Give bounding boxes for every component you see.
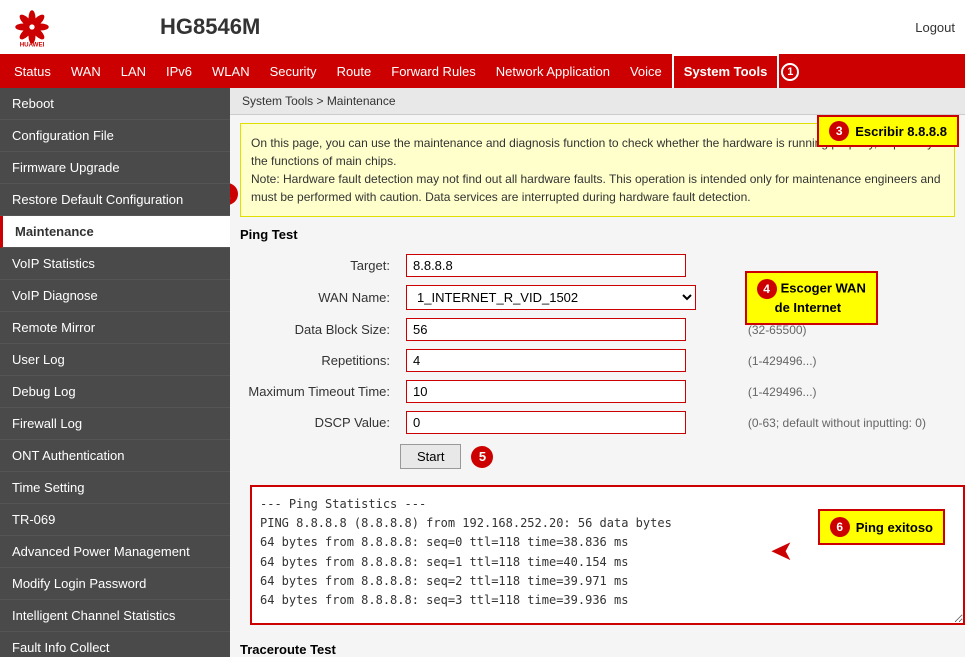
logout-button[interactable]: Logout [915, 20, 955, 35]
ping-test-title: Ping Test [240, 223, 955, 242]
circle-5: 5 [471, 446, 493, 468]
sidebar: Reboot Configuration File Firmware Upgra… [0, 88, 230, 657]
sidebar-item-voip-statistics[interactable]: VoIP Statistics [0, 248, 230, 280]
sidebar-item-advanced-power[interactable]: Advanced Power Management [0, 536, 230, 568]
sidebar-item-configuration-file[interactable]: Configuration File [0, 120, 230, 152]
callout-4: 4Escoger WAN de Internet [745, 271, 878, 325]
ping-test-section: Ping Test Target: WAN Name: 1_INTERNET_R… [240, 223, 955, 469]
nav-lan[interactable]: LAN [111, 56, 156, 88]
field-timeout: Maximum Timeout Time: (1-429496...) [240, 376, 955, 407]
huawei-logo-icon: HUAWEI [10, 5, 54, 49]
nav-wlan[interactable]: WLAN [202, 56, 260, 88]
arrow-6-icon: ➤ [770, 534, 793, 567]
hint-timeout: (1-429496...) [748, 385, 817, 399]
start-row: Start 5 [400, 444, 955, 469]
callout-6-text: Ping exitoso [856, 520, 933, 535]
field-wan-name: WAN Name: 1_INTERNET_R_VID_1502 4Escoger… [240, 281, 955, 314]
sidebar-item-voip-diagnose[interactable]: VoIP Diagnose [0, 280, 230, 312]
sidebar-item-firmware-upgrade[interactable]: Firmware Upgrade [0, 152, 230, 184]
sidebar-item-tr069[interactable]: TR-069 [0, 504, 230, 536]
hint-repetitions: (1-429496...) [748, 354, 817, 368]
nav-system-tools[interactable]: System Tools [672, 54, 780, 90]
navbar: Status WAN LAN IPv6 WLAN Security Route … [0, 56, 965, 88]
output-section: --- Ping Statistics --- PING 8.8.8.8 (8.… [240, 479, 955, 634]
label-timeout: Maximum Timeout Time: [240, 376, 400, 407]
circle-2: 2 [230, 183, 238, 205]
ping-form: Target: WAN Name: 1_INTERNET_R_VID_1502 [240, 250, 955, 438]
label-target: Target: [240, 250, 400, 281]
ping-output[interactable]: --- Ping Statistics --- PING 8.8.8.8 (8.… [250, 485, 965, 625]
sidebar-item-maintenance[interactable]: Maintenance [0, 216, 230, 248]
circle-3: 3 [829, 121, 849, 141]
sidebar-item-modify-login[interactable]: Modify Login Password [0, 568, 230, 600]
nav-wan[interactable]: WAN [61, 56, 111, 88]
target-input[interactable] [406, 254, 686, 277]
hint-dscp: (0-63; default without inputting: 0) [748, 416, 926, 430]
sidebar-item-intelligent-channel[interactable]: Intelligent Channel Statistics [0, 600, 230, 632]
dscp-input[interactable] [406, 411, 686, 434]
circle-6: 6 [830, 517, 850, 537]
header: HUAWEI HG8546M Logout [0, 0, 965, 56]
nav-badge: 1 [781, 63, 799, 81]
nav-forward-rules[interactable]: Forward Rules [381, 56, 486, 88]
breadcrumb: System Tools > Maintenance [230, 88, 965, 115]
label-data-block: Data Block Size: [240, 314, 400, 345]
brand-title: HG8546M [150, 14, 915, 40]
nav-ipv6[interactable]: IPv6 [156, 56, 202, 88]
logo-area: HUAWEI [10, 5, 150, 49]
content-area: System Tools > Maintenance 3 Escribir 8.… [230, 88, 965, 657]
callout-3-text: Escribir 8.8.8.8 [855, 124, 947, 139]
sidebar-item-firewall-log[interactable]: Firewall Log [0, 408, 230, 440]
repetitions-input[interactable] [406, 349, 686, 372]
data-block-input[interactable] [406, 318, 686, 341]
label-dscp: DSCP Value: [240, 407, 400, 438]
nav-status[interactable]: Status [4, 56, 61, 88]
nav-network-application[interactable]: Network Application [486, 56, 620, 88]
sidebar-item-ont-authentication[interactable]: ONT Authentication [0, 440, 230, 472]
main-layout: Reboot Configuration File Firmware Upgra… [0, 88, 965, 657]
label-repetitions: Repetitions: [240, 345, 400, 376]
timeout-input[interactable] [406, 380, 686, 403]
label-wan-name: WAN Name: [240, 281, 400, 314]
traceroute-title: Traceroute Test [240, 642, 955, 657]
traceroute-section: Traceroute Test Target: * [240, 642, 955, 657]
sidebar-item-restore-default[interactable]: Restore Default Configuration [0, 184, 230, 216]
sidebar-item-reboot[interactable]: Reboot [0, 88, 230, 120]
circle-4: 4 [757, 279, 777, 299]
sidebar-item-user-log[interactable]: User Log [0, 344, 230, 376]
field-repetitions: Repetitions: (1-429496...) [240, 345, 955, 376]
sidebar-item-debug-log[interactable]: Debug Log [0, 376, 230, 408]
callout-6: 6 Ping exitoso [818, 509, 945, 545]
field-dscp: DSCP Value: (0-63; default without input… [240, 407, 955, 438]
sidebar-item-fault-info[interactable]: Fault Info Collect [0, 632, 230, 657]
svg-text:HUAWEI: HUAWEI [20, 41, 45, 48]
wan-name-select[interactable]: 1_INTERNET_R_VID_1502 [406, 285, 696, 310]
sidebar-item-remote-mirror[interactable]: Remote Mirror [0, 312, 230, 344]
nav-route[interactable]: Route [327, 56, 382, 88]
sidebar-item-time-setting[interactable]: Time Setting [0, 472, 230, 504]
callout-3: 3 Escribir 8.8.8.8 [817, 115, 959, 147]
nav-voice[interactable]: Voice [620, 56, 672, 88]
nav-security[interactable]: Security [260, 56, 327, 88]
start-button[interactable]: Start [400, 444, 461, 469]
